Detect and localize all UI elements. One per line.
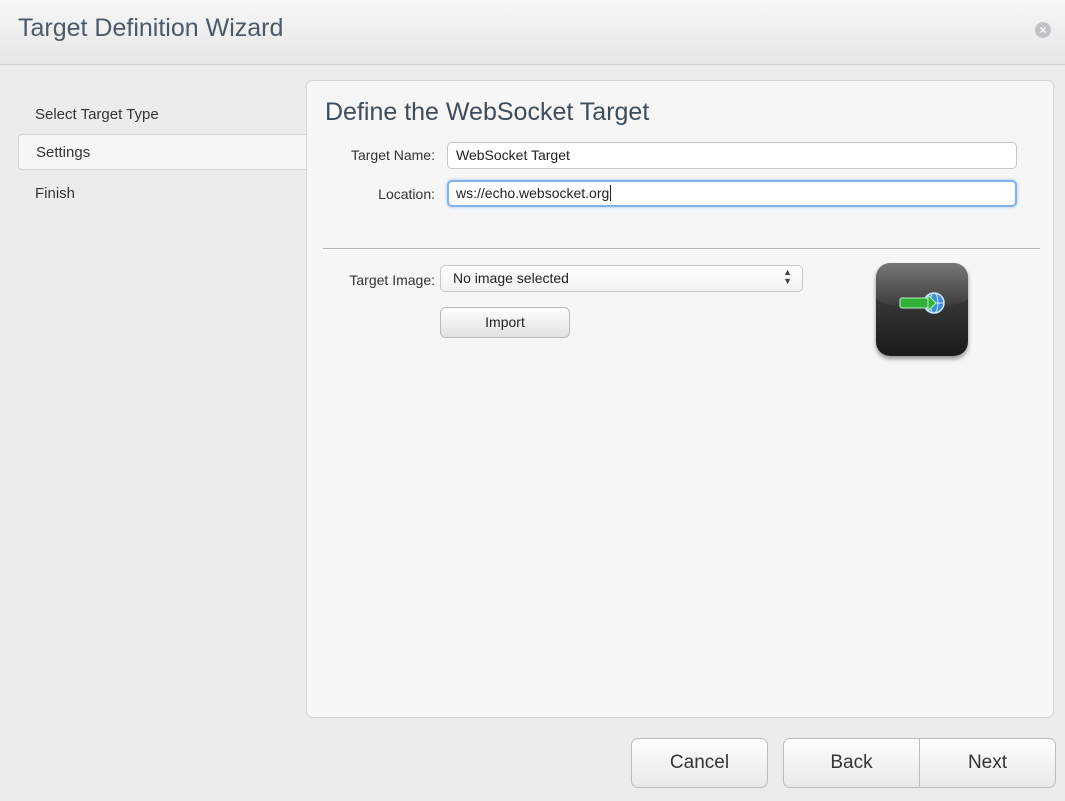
target-name-field[interactable]: WebSocket Target xyxy=(447,142,1017,169)
location-field[interactable]: ws://echo.websocket.org​ xyxy=(447,180,1017,207)
wizard-window: Target Definition Wizard × Select Target… xyxy=(0,0,1065,801)
window-title: Target Definition Wizard xyxy=(18,14,284,42)
sidebar-item-settings[interactable]: Settings xyxy=(18,134,348,170)
sidebar-item-finish[interactable]: Finish xyxy=(18,176,348,212)
target-image-preview xyxy=(876,263,968,356)
back-button[interactable]: Back xyxy=(783,738,920,788)
target-name-label: Target Name: xyxy=(350,147,435,163)
text-cursor: ​ xyxy=(610,185,612,201)
http-globe-icon xyxy=(899,292,945,314)
section-divider xyxy=(323,248,1040,250)
location-label: Location: xyxy=(378,186,435,202)
next-button[interactable]: Next xyxy=(919,738,1056,788)
settings-panel: Define the WebSocket Target Target Name:… xyxy=(306,80,1054,718)
sidebar-item-label: Select Target Type xyxy=(35,106,159,123)
sidebar-item-label: Finish xyxy=(35,185,76,202)
close-icon[interactable]: × xyxy=(1035,22,1051,38)
sidebar-item-select-target-type[interactable]: Select Target Type xyxy=(18,97,348,133)
target-image-label: Target Image: xyxy=(349,272,435,288)
import-button[interactable]: Import xyxy=(440,307,570,338)
target-image-select[interactable]: No image selected ▲ ▼ xyxy=(440,265,803,292)
page-title: Define the WebSocket Target xyxy=(325,98,650,126)
select-arrows-icon: ▲ ▼ xyxy=(783,267,792,286)
wizard-steps-sidebar: Select Target Type Settings Finish xyxy=(0,64,348,724)
location-value: ws://echo.websocket.org xyxy=(456,185,610,201)
target-image-selected-value: No image selected xyxy=(453,270,569,286)
title-bar: Target Definition Wizard × xyxy=(0,0,1065,65)
cancel-button[interactable]: Cancel xyxy=(631,738,768,788)
sidebar-item-label: Settings xyxy=(36,144,91,161)
